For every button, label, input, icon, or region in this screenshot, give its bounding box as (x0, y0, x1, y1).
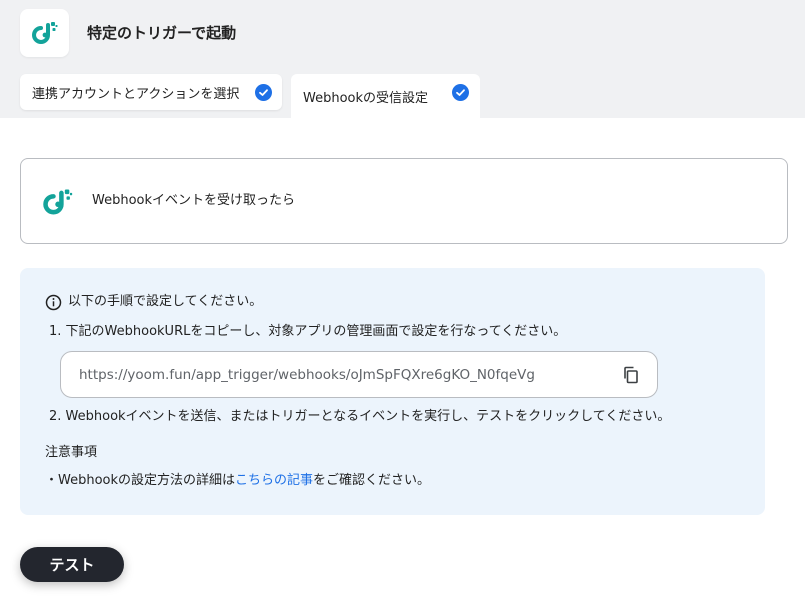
webhook-url[interactable]: https://yoom.fun/app_trigger/webhooks/oJ… (79, 366, 535, 384)
check-circle-icon (255, 84, 272, 101)
trigger-card: Webhookイベントを受け取ったら (20, 158, 788, 244)
app-logo (20, 9, 69, 57)
note-suffix: をご確認ください。 (313, 473, 431, 488)
instructions-heading: 以下の手順で設定してください。 (68, 294, 263, 309)
note-line: ・Webhookの設定方法の詳細はこちらの記事をご確認ください。 (45, 472, 430, 490)
instructions-panel: 以下の手順で設定してください。 1. 下記のWebhookURLをコピーし、対象… (20, 268, 765, 515)
notes-title: 注意事項 (45, 445, 98, 460)
webhook-url-field[interactable]: https://yoom.fun/app_trigger/webhooks/oJ… (60, 351, 658, 398)
step-2-text: 2. Webhookイベントを送信、またはトリガーとなるイベントを実行し、テスト… (49, 409, 671, 424)
page-title: 特定のトリガーで起動 (87, 24, 237, 42)
info-icon (45, 294, 62, 311)
trigger-label: Webhookイベントを受け取ったら (92, 193, 296, 208)
tab-account-action[interactable]: 連携アカウントとアクションを選択 (20, 74, 282, 110)
header-area: 特定のトリガーで起動 連携アカウントとアクションを選択 Webhookの受信設定 (0, 0, 805, 118)
yoom-logo-icon (31, 22, 57, 44)
tab-label: 連携アカウントとアクションを選択 (32, 86, 240, 102)
test-button[interactable]: テスト (20, 547, 124, 582)
check-circle-icon (452, 84, 469, 101)
tab-label: Webhookの受信設定 (303, 90, 429, 106)
note-prefix: ・Webhookの設定方法の詳細は (45, 473, 236, 488)
yoom-logo-icon (43, 189, 73, 215)
article-link[interactable]: こちらの記事 (235, 473, 313, 488)
tab-webhook-settings[interactable]: Webhookの受信設定 (291, 74, 480, 118)
step-1-text: 1. 下記のWebhookURLをコピーし、対象アプリの管理画面で設定を行なって… (49, 324, 567, 339)
copy-icon[interactable] (621, 365, 641, 385)
